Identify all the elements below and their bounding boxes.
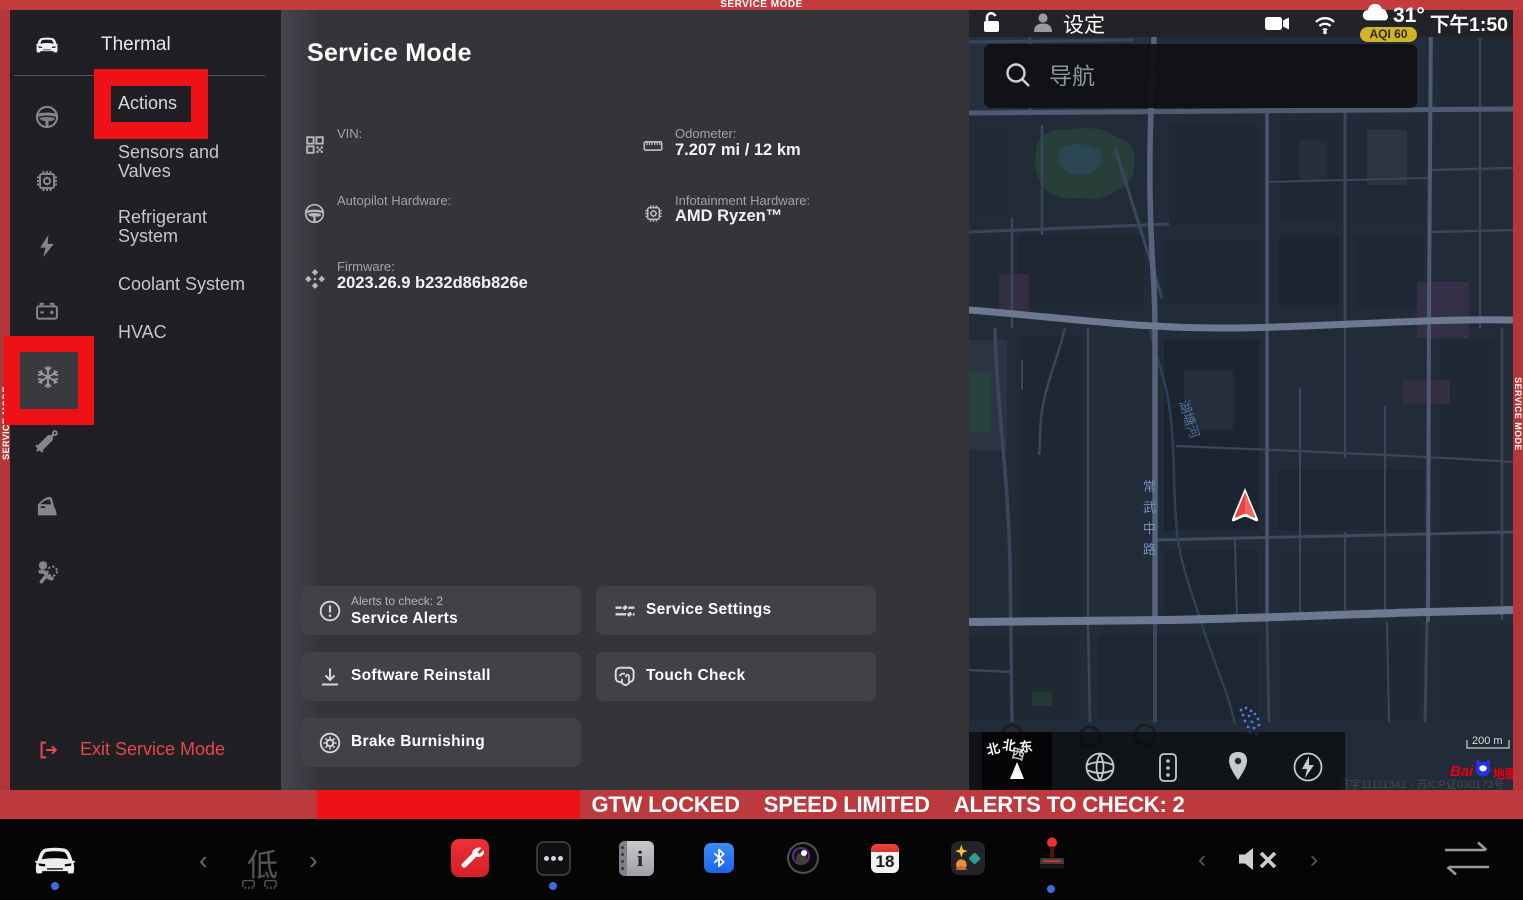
svg-text:常: 常	[1143, 479, 1156, 494]
svg-text:地图: 地图	[1493, 766, 1513, 781]
svg-text:200 m: 200 m	[1472, 735, 1503, 747]
svg-text:苏字11111342 - 苏ICP证030173号: 苏字11111342 - 苏ICP证030173号	[1339, 777, 1505, 790]
svg-text:武: 武	[1143, 500, 1156, 515]
svg-text:Bai: Bai	[1450, 763, 1474, 780]
svg-text:设定: 设定	[1063, 14, 1105, 37]
svg-text:路: 路	[1143, 542, 1156, 557]
svg-text:中: 中	[1143, 521, 1156, 536]
svg-text:导航: 导航	[1049, 63, 1095, 89]
